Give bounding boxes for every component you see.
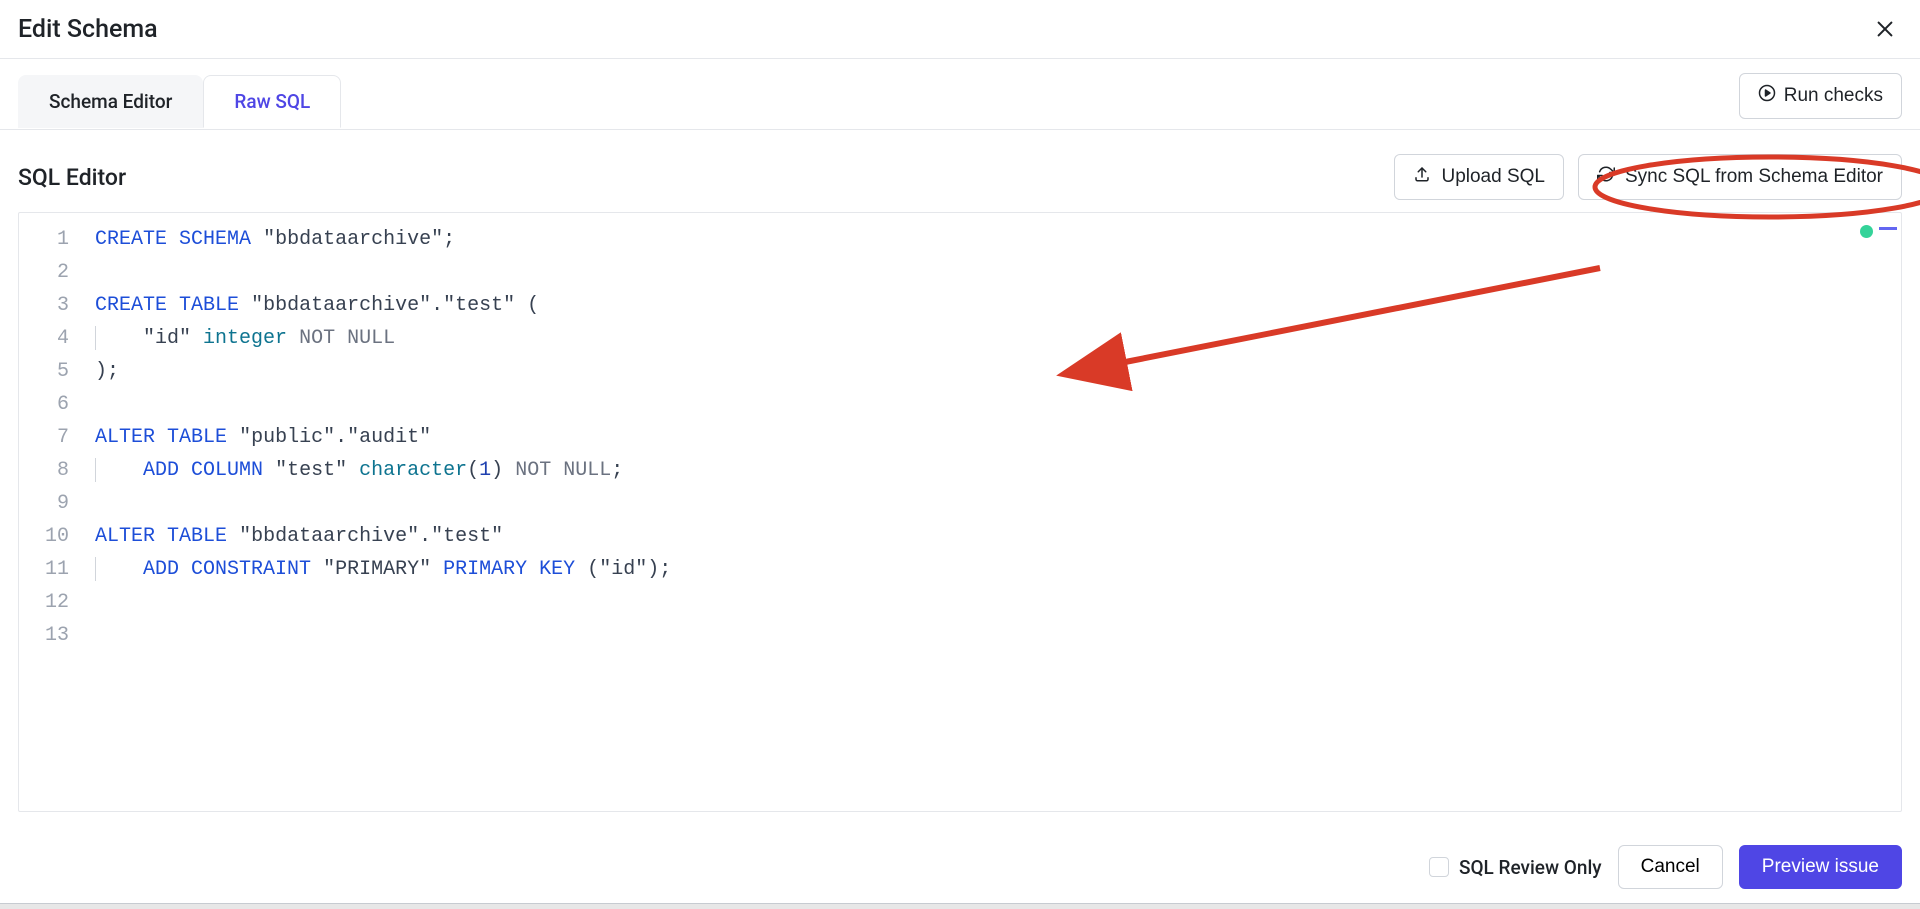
line-number: 1: [19, 223, 83, 256]
button-label: Cancel: [1641, 856, 1700, 877]
footer-edge: [0, 903, 1920, 909]
line-number: 4: [19, 322, 83, 355]
line-number: 5: [19, 355, 83, 388]
code-line: [95, 256, 1889, 289]
line-number: 12: [19, 586, 83, 619]
line-number: 7: [19, 421, 83, 454]
section-row: SQL Editor Upload SQL Sync SQL from Sche…: [0, 130, 1920, 212]
checkbox-label: SQL Review Only: [1459, 856, 1602, 879]
dialog-header: Edit Schema: [0, 0, 1920, 59]
button-label: Run checks: [1784, 85, 1883, 107]
code-line: [95, 619, 1889, 652]
sql-editor-title: SQL Editor: [18, 164, 126, 191]
upload-icon: [1413, 165, 1431, 189]
code-line: CREATE TABLE "bbdataarchive"."test" (: [95, 289, 1889, 322]
line-number: 2: [19, 256, 83, 289]
checkbox-box-icon: [1429, 857, 1449, 877]
code-line: [95, 487, 1889, 520]
code-area[interactable]: CREATE SCHEMA "bbdataarchive"; CREATE TAB…: [83, 213, 1901, 811]
preview-issue-button[interactable]: Preview issue: [1739, 845, 1902, 889]
line-number: 13: [19, 619, 83, 652]
dialog-footer: SQL Review Only Cancel Preview issue: [1429, 845, 1902, 889]
code-line: ALTER TABLE "public"."audit": [95, 421, 1889, 454]
button-label: Sync SQL from Schema Editor: [1625, 166, 1883, 188]
line-number: 3: [19, 289, 83, 322]
close-icon: [1874, 18, 1896, 40]
code-line: "id" integer NOT NULL: [95, 322, 1889, 355]
code-line: ADD CONSTRAINT "PRIMARY" PRIMARY KEY ("i…: [95, 553, 1889, 586]
sync-sql-button[interactable]: Sync SQL from Schema Editor: [1578, 154, 1902, 200]
dialog-title: Edit Schema: [18, 15, 158, 44]
sql-editor[interactable]: 12345678910111213 CREATE SCHEMA "bbdataa…: [18, 212, 1902, 812]
upload-sql-button[interactable]: Upload SQL: [1394, 154, 1564, 200]
close-button[interactable]: [1870, 14, 1900, 44]
tab-schema-editor[interactable]: Schema Editor: [18, 75, 203, 128]
run-checks-button[interactable]: Run checks: [1739, 73, 1902, 119]
code-line: CREATE SCHEMA "bbdataarchive";: [95, 223, 1889, 256]
tabs-row: Schema Editor Raw SQL Run checks: [0, 59, 1920, 130]
line-number: 11: [19, 553, 83, 586]
line-number: 10: [19, 520, 83, 553]
code-line: [95, 388, 1889, 421]
code-line: ALTER TABLE "bbdataarchive"."test": [95, 520, 1889, 553]
tab-label: Raw SQL: [234, 90, 310, 113]
code-line: ADD COLUMN "test" character(1) NOT NULL;: [95, 454, 1889, 487]
tab-raw-sql[interactable]: Raw SQL: [203, 75, 341, 128]
line-number: 9: [19, 487, 83, 520]
button-label: Preview issue: [1762, 856, 1879, 877]
button-label: Upload SQL: [1441, 166, 1545, 188]
play-circle-icon: [1758, 84, 1776, 108]
sync-icon: [1597, 165, 1615, 189]
code-line: );: [95, 355, 1889, 388]
section-actions: Upload SQL Sync SQL from Schema Editor: [1394, 154, 1902, 200]
cancel-button[interactable]: Cancel: [1618, 845, 1723, 889]
line-number-gutter: 12345678910111213: [19, 213, 83, 811]
tabs: Schema Editor Raw SQL: [18, 75, 341, 127]
code-line: [95, 586, 1889, 619]
tab-label: Schema Editor: [49, 90, 172, 113]
sql-review-only-checkbox[interactable]: SQL Review Only: [1429, 856, 1602, 879]
line-number: 8: [19, 454, 83, 487]
line-number: 6: [19, 388, 83, 421]
